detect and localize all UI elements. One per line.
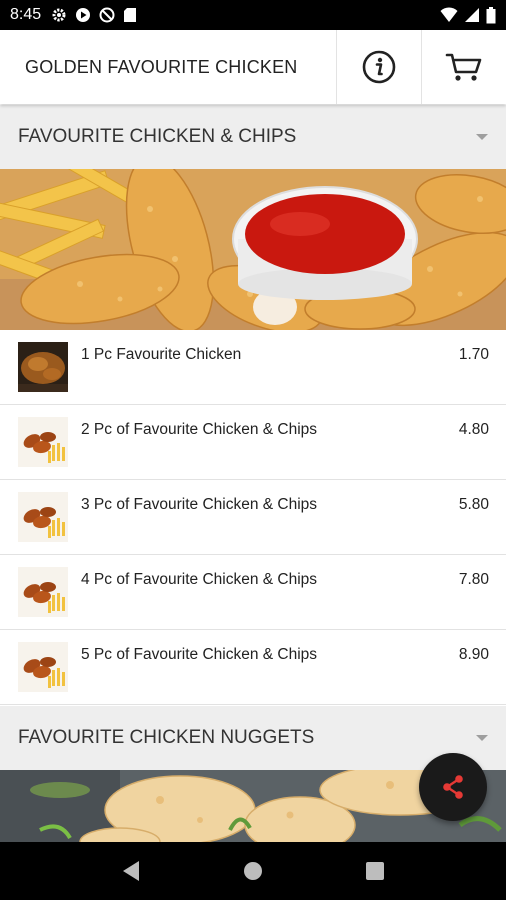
collapse-caret-icon xyxy=(476,134,488,140)
chicken-tenders-image xyxy=(0,169,506,330)
no-sync-icon xyxy=(99,7,115,23)
item-name: 1 Pc Favourite Chicken xyxy=(81,346,242,363)
item-price: 1.70 xyxy=(458,346,489,363)
home-icon xyxy=(244,862,262,880)
sd-card-icon xyxy=(124,8,137,22)
system-nav-bar xyxy=(0,842,506,900)
battery-icon xyxy=(486,6,496,23)
gear-icon xyxy=(52,8,66,22)
info-icon xyxy=(362,50,396,84)
section-header-chicken-chips[interactable]: FAVOURITE CHICKEN & CHIPS xyxy=(0,105,506,169)
share-button[interactable] xyxy=(419,753,487,821)
status-bar: 8:45 xyxy=(0,0,506,30)
list-item[interactable]: 1 Pc Favourite Chicken 1.70 xyxy=(0,330,506,405)
item-price: 4.80 xyxy=(458,421,489,438)
signal-icon xyxy=(465,8,479,22)
item-thumbnail xyxy=(18,642,68,692)
item-thumbnail xyxy=(18,567,68,617)
item-price: 7.80 xyxy=(458,571,489,588)
recents-button[interactable] xyxy=(355,851,395,891)
cart-button[interactable] xyxy=(421,30,506,104)
recents-icon xyxy=(366,862,384,880)
item-name: 4 Pc of Favourite Chicken & Chips xyxy=(81,571,318,588)
play-store-icon xyxy=(76,8,91,22)
list-item[interactable]: 5 Pc of Favourite Chicken & Chips 8.90 xyxy=(0,630,506,705)
item-price: 8.90 xyxy=(458,646,489,663)
list-item[interactable]: 4 Pc of Favourite Chicken & Chips 7.80 xyxy=(0,555,506,630)
section-title: FAVOURITE CHICKEN & CHIPS xyxy=(18,126,297,147)
share-icon xyxy=(443,775,463,799)
list-item[interactable]: 2 Pc of Favourite Chicken & Chips 4.80 xyxy=(0,405,506,480)
app-title: GOLDEN FAVOURITE CHICKEN xyxy=(25,56,298,77)
section-banner-chicken-chips xyxy=(0,169,506,330)
item-name: 5 Pc of Favourite Chicken & Chips xyxy=(81,646,318,663)
home-button[interactable] xyxy=(233,851,273,891)
list-item[interactable]: 3 Pc of Favourite Chicken & Chips 5.80 xyxy=(0,480,506,555)
item-thumbnail xyxy=(18,342,68,392)
collapse-caret-icon xyxy=(476,735,488,741)
info-button[interactable] xyxy=(336,30,421,104)
cart-icon xyxy=(445,53,482,81)
status-time: 8:45 xyxy=(10,6,42,23)
back-icon xyxy=(123,861,139,881)
app-bar: GOLDEN FAVOURITE CHICKEN xyxy=(0,30,506,104)
item-price: 5.80 xyxy=(458,496,489,513)
item-name: 2 Pc of Favourite Chicken & Chips xyxy=(81,421,318,438)
item-thumbnail xyxy=(18,417,68,467)
item-thumbnail xyxy=(18,492,68,542)
section-title: FAVOURITE CHICKEN NUGGETS xyxy=(18,727,315,748)
wifi-icon xyxy=(440,7,458,22)
back-button[interactable] xyxy=(111,851,151,891)
item-name: 3 Pc of Favourite Chicken & Chips xyxy=(81,496,318,513)
